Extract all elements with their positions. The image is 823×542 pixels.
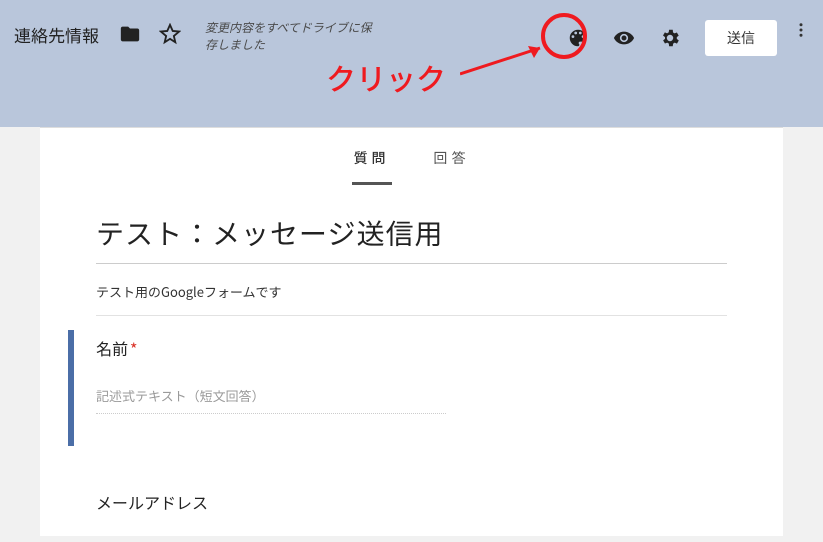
question-card-2[interactable]: メールアドレス [70, 468, 753, 542]
star-icon[interactable] [157, 21, 183, 47]
form-title[interactable]: テスト：メッセージ送信用 [96, 213, 727, 264]
question-card-1[interactable]: 名前* 記述式テキスト（短文回答） [68, 330, 755, 446]
required-mark: * [130, 336, 137, 360]
form-editor: 質問 回答 テスト：メッセージ送信用 テスト用のGoogleフォームです 名前*… [40, 127, 783, 536]
question-label[interactable]: 名前* [96, 336, 733, 360]
tab-questions[interactable]: 質問 [352, 142, 392, 185]
save-status: 変更内容をすべてドライブに保存しました [205, 20, 375, 54]
question-text: 名前 [96, 336, 128, 360]
header-actions: 送信 [555, 20, 789, 56]
send-button[interactable]: 送信 [705, 20, 777, 56]
form-header-card[interactable]: テスト：メッセージ送信用 テスト用のGoogleフォームです [70, 195, 753, 326]
annotation-arrow [460, 42, 560, 82]
gear-icon[interactable] [657, 25, 683, 51]
annotation-label: クリック [326, 55, 446, 99]
form-name[interactable]: 連絡先情報 [14, 22, 99, 47]
editor-tabs: 質問 回答 [40, 128, 783, 185]
short-answer-placeholder: 記述式テキスト（短文回答） [96, 386, 446, 414]
palette-icon[interactable] [565, 25, 591, 51]
more-icon[interactable] [789, 21, 813, 39]
form-description[interactable]: テスト用のGoogleフォームです [96, 282, 727, 316]
folder-icon[interactable] [117, 21, 143, 47]
app-header: 連絡先情報 変更内容をすべてドライブに保存しました 送信 クリック [0, 0, 823, 127]
tab-responses[interactable]: 回答 [432, 142, 472, 185]
question-label[interactable]: メールアドレス [96, 490, 727, 514]
preview-icon[interactable] [611, 25, 637, 51]
